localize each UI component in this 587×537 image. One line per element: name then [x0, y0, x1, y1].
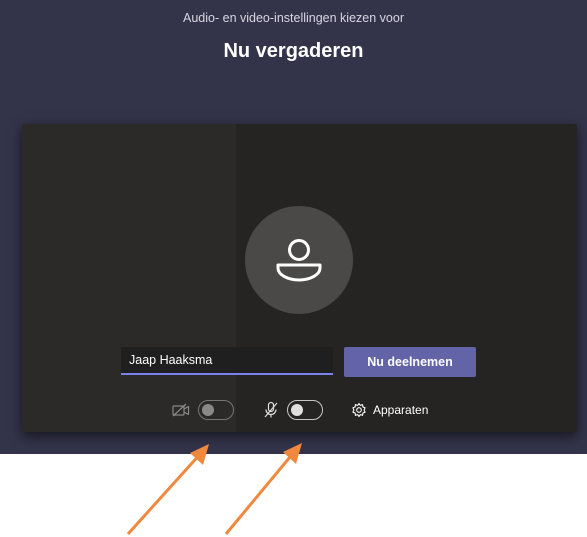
annotation-arrows	[126, 443, 302, 536]
arrow-to-microphone-toggle	[224, 443, 302, 535]
arrow-to-camera-toggle	[126, 444, 209, 536]
